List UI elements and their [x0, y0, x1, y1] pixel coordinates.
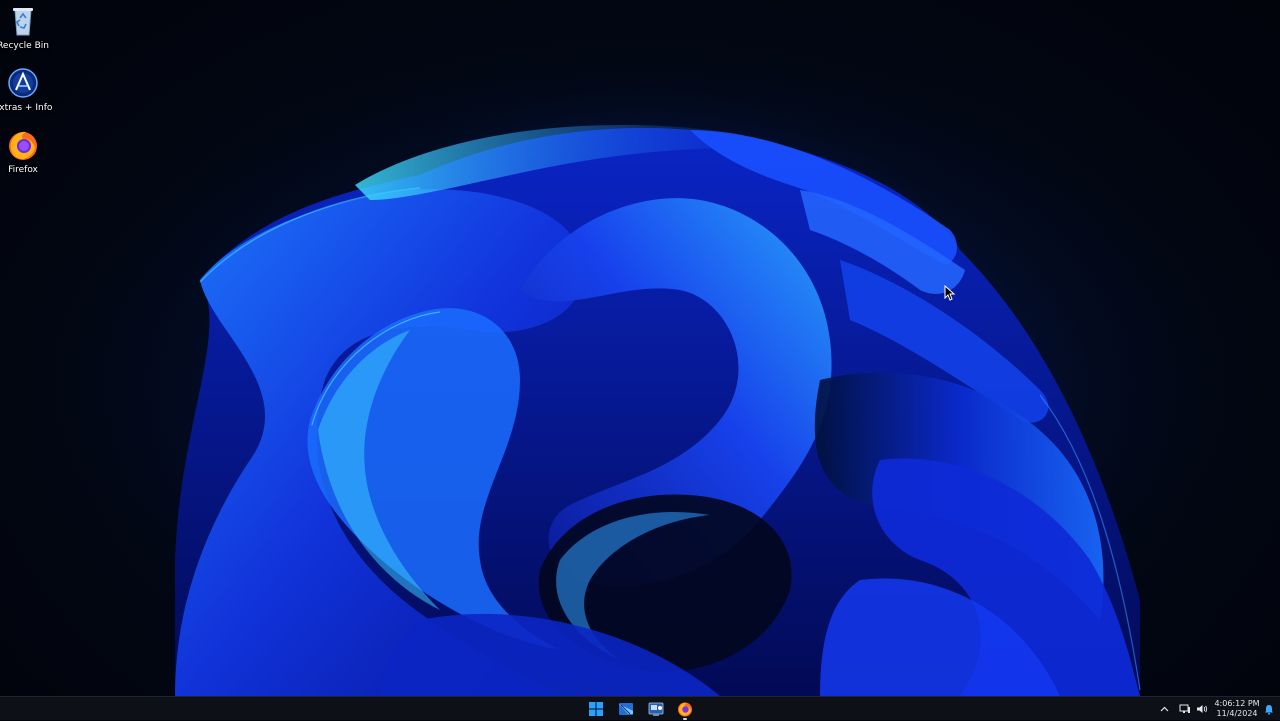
network-icon: [1179, 704, 1190, 713]
chevron-up-icon: [1160, 706, 1168, 711]
tray-network-button[interactable]: [1178, 697, 1192, 721]
recycle-bin-icon: [13, 8, 33, 36]
tray-volume-button[interactable]: [1195, 697, 1209, 721]
desktop-icon-firefox[interactable]: Firefox: [0, 126, 46, 175]
desktop-icon-label: Firefox: [8, 165, 38, 175]
taskbar: 4:06:12 PM 11/4/2024: [0, 696, 1280, 720]
firefox-icon: [9, 131, 37, 160]
control-panel-icon: [648, 702, 664, 716]
extras-info-icon: [8, 68, 38, 98]
start-button[interactable]: [586, 699, 606, 719]
clock-time: 4:06:12 PM: [1214, 699, 1260, 708]
notification-bell-icon: [1265, 704, 1273, 715]
firefox-icon: [678, 702, 692, 717]
volume-icon: [1197, 705, 1208, 713]
tray-overflow-button[interactable]: [1157, 697, 1171, 721]
taskbar-app-explorer[interactable]: [616, 699, 636, 719]
taskbar-app-firefox[interactable]: [675, 699, 695, 720]
windows-start-icon: [589, 702, 603, 716]
mouse-cursor-icon: [944, 285, 956, 301]
clock-date: 11/4/2024: [1216, 709, 1258, 718]
explorer-icon: [619, 703, 633, 715]
show-desktop-button[interactable]: [1276, 697, 1280, 721]
notification-center-button[interactable]: [1263, 697, 1275, 721]
desktop-icon-recycle-bin[interactable]: Recycle Bin: [0, 2, 49, 51]
desktop-icon-label: Recycle Bin: [0, 41, 49, 51]
wallpaper-bloom: [0, 0, 1280, 696]
taskbar-app-control-panel[interactable]: [646, 699, 666, 719]
desktop-icon-extras-info[interactable]: Extras + Info: [0, 64, 52, 113]
desktop-icon-label: Extras + Info: [0, 103, 53, 113]
desktop[interactable]: Recycle Bin Extras + Info Firefox: [0, 0, 1280, 696]
taskbar-clock[interactable]: 4:06:12 PM 11/4/2024: [1212, 699, 1262, 719]
